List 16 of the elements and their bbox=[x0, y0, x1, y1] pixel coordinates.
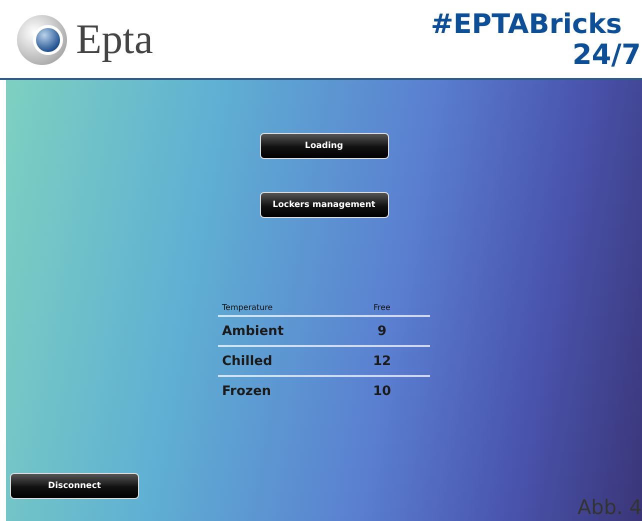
disconnect-button[interactable]: Disconnect bbox=[10, 473, 139, 499]
menu-button[interactable]: Loading bbox=[260, 133, 388, 159]
column-header: Free bbox=[372, 303, 392, 312]
table-cell-text: Ambient bbox=[222, 324, 285, 338]
table-cell-text: 10 bbox=[372, 384, 392, 398]
table-cell-text: Chilled bbox=[222, 354, 274, 368]
column-header: Temperature bbox=[222, 303, 274, 312]
table-cell-text: 12 bbox=[372, 354, 392, 368]
menu-button[interactable]: Lockers management bbox=[260, 192, 388, 218]
table-cell-text: 9 bbox=[376, 324, 388, 338]
slogan-title: #EPTABricks bbox=[430, 10, 623, 40]
figure-caption: Abb. 4 bbox=[577, 495, 642, 519]
logo-text: Epta bbox=[76, 16, 153, 64]
table-cell-text: Frozen bbox=[222, 384, 272, 398]
logo-icon bbox=[16, 14, 68, 66]
slogan-subtitle: 24/7 bbox=[572, 40, 641, 70]
